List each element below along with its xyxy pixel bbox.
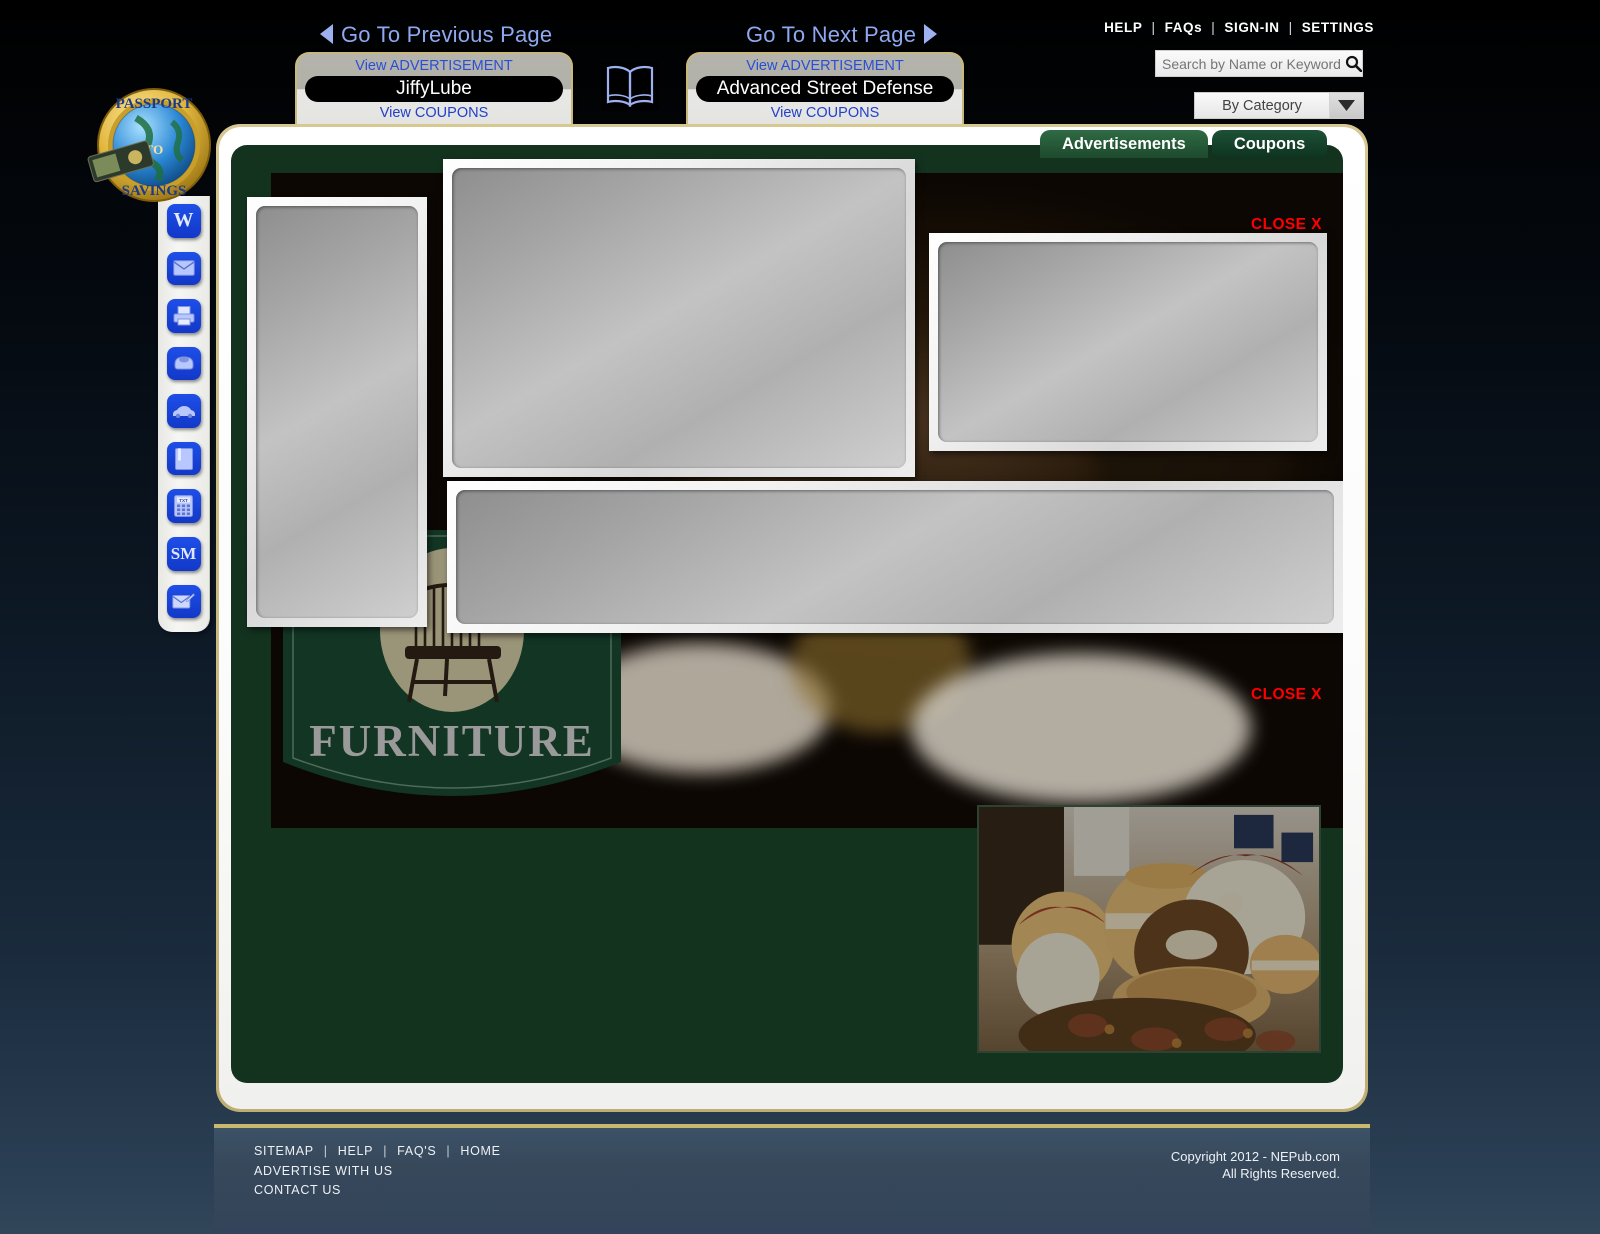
view-advertisement-link-left[interactable]: View ADVERTISEMENT [297,58,571,74]
footer-link-faqs[interactable]: FAQ'S [397,1144,436,1158]
footer-link-advertise-with-us[interactable]: ADVERTISE WITH US [254,1164,393,1178]
placeholder-surface [452,168,906,468]
utility-nav: HELP | FAQs | SIGN-IN | SETTINGS [1104,20,1374,35]
furniture-brand-label: FURNITURE [309,716,595,766]
footer-links-row1: SITEMAP | HELP | FAQ'S | HOME [254,1142,501,1162]
close-x-bottom-label: CLOSE X [1251,686,1322,703]
footer-copyright: Copyright 2012 - NEPub.com All Rights Re… [1171,1148,1340,1182]
placeholder-surface [938,242,1318,442]
tab-advertisements-label: Advertisements [1062,134,1186,153]
footer-sep-3: | [446,1144,451,1158]
footer-link-contact-us[interactable]: CONTACT US [254,1183,341,1197]
text-calculator-icon[interactable]: TXT [166,489,201,523]
nav-help[interactable]: HELP [1104,20,1142,35]
view-coupons-link-right[interactable]: View COUPONS [688,105,962,121]
contact-mail-icon[interactable] [166,584,201,619]
footer-links-row2: ADVERTISE WITH US [254,1162,501,1182]
directions-car-icon[interactable] [166,394,201,428]
footer-link-sitemap[interactable]: SITEMAP [254,1144,314,1158]
go-to-previous-page-label: Go To Previous Page [341,22,553,47]
website-icon[interactable]: W [166,204,201,238]
top-header: Go To Previous Page Go To Next Page View… [0,0,1600,130]
passport-to-savings-logo[interactable]: PASSPORT TO SAVINGS [84,86,221,204]
action-sidebar: W TXT SM [158,196,210,632]
open-book-icon[interactable] [601,62,659,110]
rights-line: All Rights Reserved. [1222,1166,1340,1181]
copyright-line: Copyright 2012 - NEPub.com [1170,1149,1340,1164]
advertiser-name-left: JiffyLube [305,76,563,102]
tab-coupons-label: Coupons [1233,134,1306,153]
nav-sep-1: | [1151,20,1156,35]
nav-sep-2: | [1211,20,1216,35]
nav-settings[interactable]: SETTINGS [1302,20,1374,35]
search-icon[interactable] [1345,55,1362,72]
close-advertisement-top-button[interactable]: CLOSE X [1251,216,1322,234]
logo-text-top: PASSPORT [116,96,193,112]
advertisement-stage: FURNITURE CLOSE X CLOSE X [231,145,1343,1083]
email-icon[interactable] [166,251,201,286]
close-x-top-label: CLOSE X [1251,216,1322,233]
advertiser-card-left[interactable]: View ADVERTISEMENT JiffyLube View COUPON… [295,52,573,130]
search-bar[interactable] [1155,50,1363,77]
view-coupons-link-left[interactable]: View COUPONS [297,105,571,121]
footer-link-home[interactable]: HOME [460,1144,500,1158]
social-media-icon[interactable]: SM [166,536,201,571]
category-selected-label: By Category [1222,97,1302,114]
ad-image-right-placeholder[interactable] [929,233,1327,451]
footer-links: SITEMAP | HELP | FAQ'S | HOME ADVERTISE WITH U… [254,1142,501,1201]
bookmark-icon[interactable] [166,441,201,476]
nav-faqs[interactable]: FAQs [1165,20,1203,35]
content-tabs: Advertisements Coupons [1040,130,1328,158]
main-panel: FURNITURE CLOSE X CLOSE X [216,124,1368,1112]
search-input[interactable] [1156,54,1345,73]
logo-text-bottom: SAVINGS [122,183,187,199]
footer-link-help[interactable]: HELP [338,1144,373,1158]
advertiser-name-right: Advanced Street Defense [696,76,954,102]
left-arrow-icon [320,24,333,44]
chevron-down-icon[interactable] [1329,93,1363,118]
placeholder-surface [456,490,1334,624]
photo-blob [911,653,1251,803]
panel-white-frame: FURNITURE CLOSE X CLOSE X [219,127,1365,1109]
product-photo [977,805,1321,1053]
go-to-next-page-label: Go To Next Page [746,22,917,47]
nav-sep-3: | [1288,20,1293,35]
category-dropdown[interactable]: By Category [1194,92,1364,119]
view-advertisement-link-right[interactable]: View ADVERTISEMENT [688,58,962,74]
footer-links-row3: CONTACT US [254,1181,501,1201]
footer-sep-1: | [323,1144,328,1158]
svg-text:TXT: TXT [179,498,188,503]
go-to-next-page-button[interactable]: Go To Next Page [746,22,938,48]
footer: SITEMAP | HELP | FAQ'S | HOME ADVERTISE WITH U… [214,1124,1370,1234]
placeholder-surface [256,206,418,618]
nav-sign-in[interactable]: SIGN-IN [1224,20,1279,35]
close-advertisement-bottom-button[interactable]: CLOSE X [1251,686,1322,704]
go-to-previous-page-button[interactable]: Go To Previous Page [320,22,552,48]
ad-image-wide-placeholder[interactable] [447,481,1343,633]
right-arrow-icon [924,24,938,44]
advertiser-card-right[interactable]: View ADVERTISEMENT Advanced Street Defen… [686,52,964,130]
footer-sep-2: | [383,1144,388,1158]
tab-advertisements[interactable]: Advertisements [1040,130,1208,158]
ad-image-main-placeholder[interactable] [443,159,915,477]
tab-coupons[interactable]: Coupons [1211,130,1328,158]
phone-icon[interactable] [166,346,201,381]
ad-image-tall-placeholder[interactable] [247,197,427,627]
printer-icon[interactable] [166,299,201,333]
